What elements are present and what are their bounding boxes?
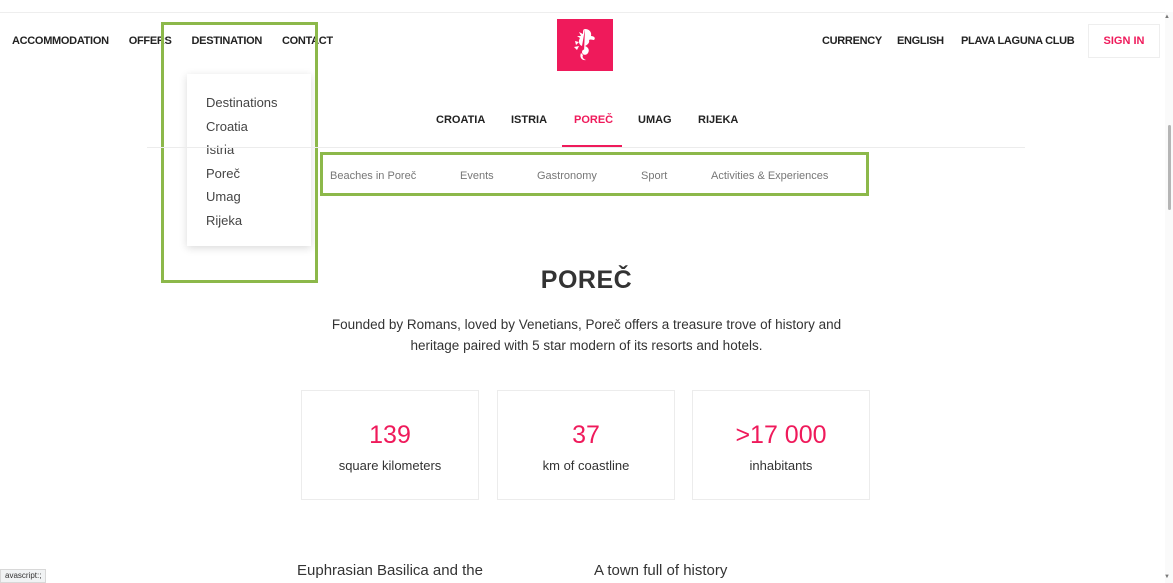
tertiary-activities[interactable]: Activities & Experiences bbox=[711, 170, 828, 182]
stat-label: square kilometers bbox=[338, 458, 442, 473]
subnav-rijeka[interactable]: RIJEKA bbox=[698, 114, 738, 126]
stat-label: km of coastline bbox=[542, 458, 630, 473]
dropdown-item-destinations[interactable]: Destinations bbox=[206, 91, 311, 115]
stat-value: 37 bbox=[572, 421, 600, 449]
subnav-porec[interactable]: POREČ bbox=[574, 114, 613, 126]
scroll-up-icon[interactable]: ▲ bbox=[1164, 14, 1170, 20]
intro-text: Founded by Romans, loved by Venetians, P… bbox=[300, 314, 873, 356]
nav-destination[interactable]: DESTINATION bbox=[192, 35, 263, 47]
top-divider bbox=[0, 12, 1173, 13]
intro-line-2: heritage paired with 5 star modern of it… bbox=[410, 338, 763, 353]
nav-contact[interactable]: CONTACT bbox=[282, 35, 333, 47]
page-title: POREČ bbox=[540, 266, 633, 294]
tertiary-gastronomy[interactable]: Gastronomy bbox=[537, 170, 597, 182]
section-heading-basilica: Euphrasian Basilica and the bbox=[297, 562, 483, 579]
scrollbar-track[interactable] bbox=[1165, 12, 1173, 583]
scrollbar-thumb[interactable] bbox=[1168, 125, 1171, 210]
tertiary-beaches[interactable]: Beaches in Poreč bbox=[330, 170, 416, 182]
nav-language[interactable]: ENGLISH bbox=[897, 35, 944, 47]
dropdown-item-umag[interactable]: Umag bbox=[206, 185, 311, 209]
main-nav-left: ACCOMMODATION OFFERS DESTINATION CONTACT bbox=[12, 35, 353, 47]
dropdown-item-rijeka[interactable]: Rijeka bbox=[206, 209, 311, 233]
subnav-umag[interactable]: UMAG bbox=[638, 114, 672, 126]
dropdown-item-croatia[interactable]: Croatia bbox=[206, 115, 311, 139]
subnav-croatia[interactable]: CROATIA bbox=[436, 114, 485, 126]
subnav-divider bbox=[147, 147, 1025, 148]
scroll-down-icon[interactable]: ▼ bbox=[1164, 574, 1170, 580]
dropdown-item-istria[interactable]: Istria bbox=[206, 138, 311, 162]
stat-card-coastline: 37 km of coastline bbox=[497, 390, 675, 500]
stat-label: inhabitants bbox=[749, 458, 813, 473]
stat-card-inhabitants: >17 000 inhabitants bbox=[692, 390, 870, 500]
intro-line-1: Founded by Romans, loved by Venetians, P… bbox=[331, 317, 842, 332]
nav-accommodation[interactable]: ACCOMMODATION bbox=[12, 35, 109, 47]
destination-dropdown: Destinations Croatia Istria Poreč Umag R… bbox=[187, 74, 311, 246]
dropdown-item-porec[interactable]: Poreč bbox=[206, 162, 311, 186]
tertiary-sport[interactable]: Sport bbox=[641, 170, 667, 182]
nav-offers[interactable]: OFFERS bbox=[129, 35, 172, 47]
brand-logo[interactable] bbox=[557, 19, 613, 71]
stat-value: 139 bbox=[369, 421, 411, 449]
nav-club[interactable]: PLAVA LAGUNA CLUB bbox=[961, 35, 1075, 47]
stat-value: >17 000 bbox=[735, 421, 827, 449]
section-heading-history: A town full of history bbox=[594, 562, 728, 579]
status-bar-link: avascript:; bbox=[0, 569, 47, 583]
nav-currency[interactable]: CURRENCY bbox=[822, 35, 882, 47]
tertiary-events[interactable]: Events bbox=[460, 170, 494, 182]
sign-in-button[interactable]: SIGN IN bbox=[1088, 24, 1160, 58]
seahorse-icon bbox=[574, 29, 595, 61]
stat-card-area: 139 square kilometers bbox=[301, 390, 479, 500]
subnav-istria[interactable]: ISTRIA bbox=[511, 114, 547, 126]
